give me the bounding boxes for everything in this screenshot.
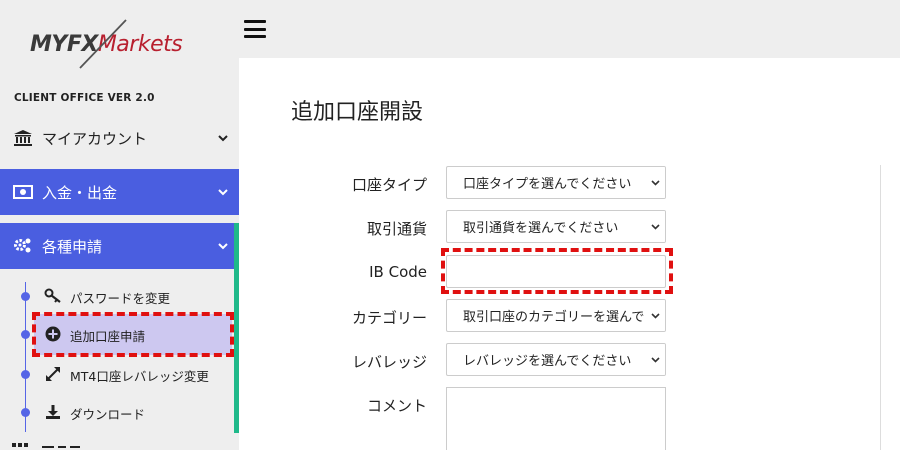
submenu-item-label: MT4口座レバレッジ変更 <box>70 369 209 384</box>
timeline-dot <box>21 292 30 301</box>
category-select[interactable]: 取引口座のカテゴリーを選んでください <box>446 299 666 332</box>
submenu-item-download[interactable]: ダウンロード <box>0 397 234 427</box>
leverage-select-value: レバレッジを選んでください <box>463 354 632 369</box>
expand-arrows-icon <box>44 365 62 383</box>
chevron-down-icon <box>645 300 665 331</box>
money-icon <box>12 185 34 199</box>
plus-circle-icon <box>44 325 62 343</box>
chevron-down-icon <box>217 188 229 196</box>
sidebar: MYFXMarkets CLIENT OFFICE VER 2.0 マイアカウン… <box>0 0 239 450</box>
hamburger-menu-icon[interactable] <box>244 20 266 38</box>
currency-label: 取引通貨 <box>366 220 427 238</box>
key-icon <box>44 287 62 305</box>
page-title: 追加口座開設 <box>291 100 424 125</box>
sidebar-item-my-account[interactable]: マイアカウント <box>0 115 239 161</box>
sidebar-item-label: マイアカウント <box>42 129 148 148</box>
submenu-item-label: ダウンロード <box>70 407 146 422</box>
ib-code-label: IB Code <box>369 263 427 281</box>
currency-select-value: 取引通貨を選んでください <box>463 221 619 236</box>
chevron-down-icon <box>217 242 229 250</box>
logo-swoosh-icon <box>79 19 127 69</box>
account-type-select-value: 口座タイプを選んでください <box>463 177 632 192</box>
submenu-item-label: 追加口座申請 <box>70 329 146 344</box>
sidebar-item-applications[interactable]: 各種申請 <box>0 223 239 269</box>
bank-icon <box>12 129 34 147</box>
currency-select[interactable]: 取引通貨を選んでください <box>446 210 666 243</box>
submenu-item-mt4-leverage[interactable]: MT4口座レバレッジ変更 <box>0 359 234 389</box>
timeline-dot <box>21 330 30 339</box>
logo[interactable]: MYFXMarkets <box>26 18 216 70</box>
main-content: 追加口座開設 口座タイプ 口座タイプを選んでください 取引通貨 取引通貨を選んで… <box>239 58 900 450</box>
leverage-label: レバレッジ <box>351 353 427 371</box>
leverage-select[interactable]: レバレッジを選んでください <box>446 343 666 376</box>
submenu-item-additional-account[interactable]: 追加口座申請 <box>0 319 234 349</box>
chevron-down-icon <box>645 167 665 198</box>
sidebar-item-deposit-withdrawal[interactable]: 入金・出金 <box>0 169 239 215</box>
category-label: カテゴリー <box>351 309 427 327</box>
timeline-dot <box>21 370 30 379</box>
sidebar-item-label: 各種申請 <box>42 237 103 256</box>
gears-icon <box>12 237 34 255</box>
divider <box>880 165 881 450</box>
category-select-value: 取引口座のカテゴリーを選んでください <box>463 310 645 325</box>
account-type-select[interactable]: 口座タイプを選んでください <box>446 166 666 199</box>
client-office-version: CLIENT OFFICE VER 2.0 <box>14 92 155 104</box>
download-icon <box>44 403 62 421</box>
timeline-dot <box>21 408 30 417</box>
chevron-down-icon <box>645 211 665 242</box>
chevron-down-icon <box>645 344 665 375</box>
submenu-item-label: パスワードを変更 <box>70 291 171 306</box>
ib-code-input[interactable] <box>446 255 666 288</box>
comment-label: コメント <box>366 397 427 415</box>
account-type-label: 口座タイプ <box>351 176 427 194</box>
submenu-item-change-password[interactable]: パスワードを変更 <box>0 281 234 311</box>
sidebar-item-partial <box>12 443 80 448</box>
chevron-down-icon <box>217 134 229 142</box>
comment-textarea[interactable] <box>446 387 666 450</box>
sidebar-item-label: 入金・出金 <box>42 183 118 202</box>
